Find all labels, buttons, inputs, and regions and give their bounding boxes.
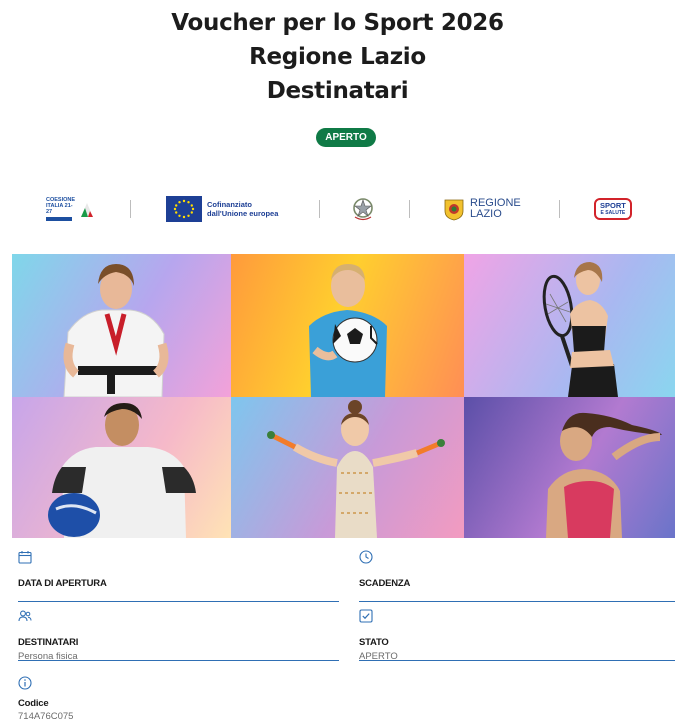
calendar-icon xyxy=(18,551,32,564)
users-icon xyxy=(18,610,32,622)
status-value: APERTO xyxy=(359,651,398,662)
lazio-text-line2: LAZIO xyxy=(470,208,502,220)
sports-image-gallery xyxy=(12,254,675,538)
opening-date-label: DATA DI APERTURA xyxy=(18,578,107,589)
title-line-3: Destinatari xyxy=(266,78,409,104)
tennis-girl-image xyxy=(464,254,675,397)
code-field: Codice 714A76C075 xyxy=(18,676,339,723)
karate-girl-image xyxy=(12,254,231,397)
recipients-value: Persona fisica xyxy=(18,651,78,662)
code-value: 714A76C075 xyxy=(18,711,74,722)
info-icon xyxy=(18,676,32,690)
code-label: Codice xyxy=(18,698,49,709)
regione-lazio-logo: REGIONE LAZIO xyxy=(443,192,521,226)
title-line-1: Voucher per lo Sport 2026 xyxy=(171,10,504,36)
coesione-logo-text: COESIONE ITALIA 21-27 xyxy=(46,197,76,215)
partner-logos: COESIONE ITALIA 21-27 Cofinanziato dall'… xyxy=(0,192,675,226)
coesione-italia-logo: COESIONE ITALIA 21-27 xyxy=(46,192,95,226)
eu-text-line1: Cofinanziato xyxy=(207,200,252,209)
football-boy-image xyxy=(231,254,464,397)
page-title: Voucher per lo Sport 2026 Regione Lazio … xyxy=(0,6,675,108)
italy-flag-icon xyxy=(81,203,93,217)
status-badge: APERTO xyxy=(316,128,376,147)
status-label: STATO xyxy=(359,637,389,648)
status-field: STATO APERTO xyxy=(359,609,675,662)
athlete-woman-image xyxy=(464,397,675,538)
american-football-player-image xyxy=(12,397,231,538)
lazio-crest-icon xyxy=(444,199,464,221)
rhythmic-gymnast-image xyxy=(231,397,464,538)
recipients-label: DESTINATARI xyxy=(18,637,79,648)
italian-republic-emblem-icon xyxy=(351,192,375,226)
sport-e-salute-logo: SPORT E SALUTE xyxy=(594,192,632,226)
eu-flag-icon xyxy=(166,196,202,222)
opening-date-field: DATA DI APERTURA xyxy=(18,550,339,602)
eu-text-line2: dall'Unione europea xyxy=(207,209,279,218)
sport-text-line2: E SALUTE xyxy=(600,210,626,216)
recipients-field: DESTINATARI Persona fisica xyxy=(18,609,339,662)
deadline-label: SCADENZA xyxy=(359,578,411,589)
title-line-2: Regione Lazio xyxy=(249,44,426,70)
clock-icon xyxy=(359,550,373,564)
deadline-field: SCADENZA xyxy=(359,550,675,602)
checkbox-icon xyxy=(359,609,373,623)
sport-text-line1: SPORT xyxy=(600,201,626,210)
eu-cofinanced-logo: Cofinanziato dall'Unione europea xyxy=(166,192,278,226)
